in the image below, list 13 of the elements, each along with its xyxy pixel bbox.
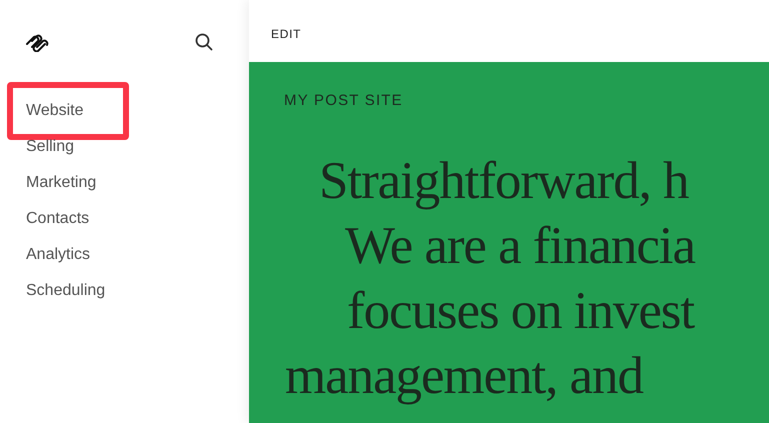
sidebar-item[interactable]: Analytics — [26, 243, 90, 267]
edit-button[interactable]: EDIT — [271, 25, 302, 43]
logo-icon[interactable] — [24, 32, 50, 52]
heading-line: We are a financia — [345, 216, 696, 276]
sidebar-item[interactable]: Website — [7, 82, 129, 140]
sidebar-item[interactable]: Scheduling — [26, 279, 106, 303]
heading-line: Straightforward, h — [319, 150, 690, 212]
sidebar-item[interactable]: Contacts — [26, 207, 90, 231]
search-icon[interactable] — [195, 33, 213, 51]
sidebar-item[interactable]: Marketing — [26, 171, 96, 195]
site-title[interactable]: MY POST SITE — [284, 90, 769, 112]
heading-line: management, and — [285, 346, 644, 406]
heading-line: focuses on invest — [347, 280, 696, 342]
